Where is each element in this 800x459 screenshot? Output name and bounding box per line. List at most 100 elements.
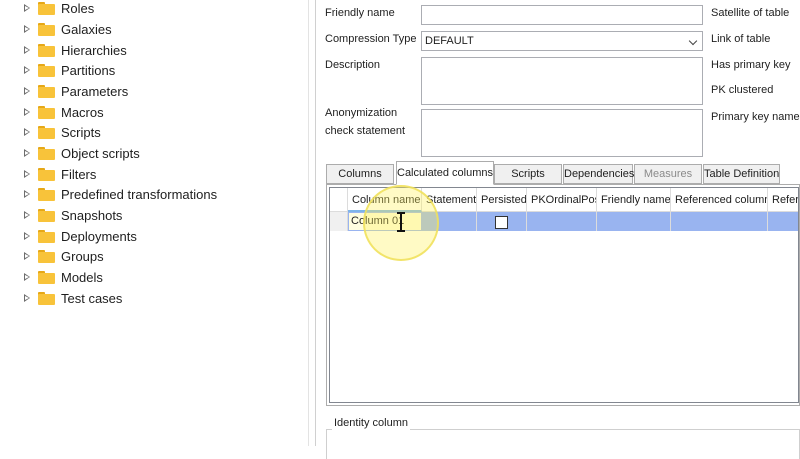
persisted-checkbox[interactable]: [495, 216, 508, 229]
expand-chevron-icon[interactable]: [22, 127, 32, 137]
folder-icon: [38, 249, 55, 263]
tree-item-label: Partitions: [61, 62, 116, 78]
folder-icon: [38, 291, 55, 305]
column-name-cell-editor[interactable]: Column 01: [349, 213, 421, 230]
tab-dependencies[interactable]: Dependencies: [563, 164, 634, 184]
tree-item-label: Filters: [61, 166, 97, 182]
column-header-referenced-column[interactable]: Referenced column: [671, 188, 768, 212]
column-header-friendly-name[interactable]: Friendly name: [597, 188, 671, 212]
referenced-column-cell[interactable]: [671, 212, 768, 231]
description-label: Description: [325, 59, 381, 71]
object-tree: Roles Galaxies Hierarchies Partitions Pa…: [0, 0, 308, 446]
pk-clustered-label: PK clustered: [711, 84, 774, 96]
folder-icon: [38, 84, 55, 98]
tree-item-label: Macros: [61, 104, 104, 120]
tree-item-snapshots[interactable]: Snapshots: [22, 205, 122, 225]
friendly-name-cell[interactable]: [597, 212, 671, 231]
tree-item-label: Groups: [61, 248, 104, 264]
expand-chevron-icon[interactable]: [22, 189, 32, 199]
tree-item-hierarchies[interactable]: Hierarchies: [22, 40, 127, 60]
tree-item-macros[interactable]: Macros: [22, 102, 104, 122]
tree-item-test-cases[interactable]: Test cases: [22, 288, 122, 308]
compression-type-select[interactable]: DEFAULT: [421, 31, 703, 51]
tree-item-label: Scripts: [61, 124, 101, 140]
column-header-persisted[interactable]: Persisted: [477, 188, 527, 212]
tab-measures: Measures: [634, 164, 702, 184]
tree-item-models[interactable]: Models: [22, 267, 103, 287]
tree-item-scripts[interactable]: Scripts: [22, 122, 101, 142]
folder-icon: [38, 146, 55, 160]
pane-splitter[interactable]: [308, 0, 316, 446]
tree-item-object-scripts[interactable]: Object scripts: [22, 143, 140, 163]
tab-calculated-columns[interactable]: Calculated columns: [396, 161, 494, 185]
expand-chevron-icon[interactable]: [22, 293, 32, 303]
tree-item-deployments[interactable]: Deployments: [22, 226, 137, 246]
folder-icon: [38, 270, 55, 284]
expand-chevron-icon[interactable]: [22, 251, 32, 261]
expand-chevron-icon[interactable]: [22, 210, 32, 220]
tree-item-label: Predefined transformations: [61, 186, 218, 202]
anonymization-label-line1: Anonymization: [325, 107, 398, 119]
tree-item-label: Models: [61, 269, 103, 285]
satellite-of-table-label: Satellite of table: [711, 7, 790, 19]
text-cursor-icon: [397, 212, 405, 232]
table-properties-form: Friendly name Compression Type DEFAULT D…: [316, 0, 800, 459]
tree-item-label: Galaxies: [61, 21, 112, 37]
folder-icon: [38, 1, 55, 15]
column-header-column-name[interactable]: Column name: [348, 188, 422, 212]
column-header-referenced-truncated[interactable]: Refere: [768, 188, 798, 212]
expand-chevron-icon[interactable]: [22, 65, 32, 75]
description-textarea[interactable]: [421, 57, 703, 105]
tree-item-roles[interactable]: Roles: [22, 0, 94, 18]
tree-item-predefined-transformations[interactable]: Predefined transformations: [22, 184, 217, 204]
tree-item-label: Test cases: [61, 290, 123, 306]
friendly-name-input[interactable]: [421, 5, 703, 25]
anonymization-label-line2: check statement: [325, 125, 406, 137]
anonymization-check-textarea[interactable]: [421, 109, 703, 157]
folder-icon: [38, 229, 55, 243]
tab-columns[interactable]: Columns: [326, 164, 394, 184]
column-header-statement[interactable]: Statement: [422, 188, 477, 212]
tree-item-label: Snapshots: [61, 207, 123, 223]
compression-type-label: Compression Type: [325, 33, 417, 45]
folder-icon: [38, 22, 55, 36]
tab-table-definition[interactable]: Table Definition: [703, 164, 780, 184]
identity-column-label: Identity column: [332, 415, 410, 431]
tree-item-label: Hierarchies: [61, 42, 127, 58]
folder-icon: [38, 125, 55, 139]
grid-corner: [330, 188, 348, 212]
tree-item-label: Parameters: [61, 83, 129, 99]
folder-icon: [38, 187, 55, 201]
tree-item-label: Deployments: [61, 228, 137, 244]
link-of-table-label: Link of table: [711, 33, 771, 45]
expand-chevron-icon[interactable]: [22, 231, 32, 241]
expand-chevron-icon[interactable]: [22, 86, 32, 96]
folder-icon: [38, 63, 55, 77]
expand-chevron-icon[interactable]: [22, 45, 32, 55]
identity-column-group: [326, 429, 800, 459]
folder-icon: [38, 43, 55, 57]
tab-scripts[interactable]: Scripts: [494, 164, 562, 184]
tree-item-filters[interactable]: Filters: [22, 164, 96, 184]
expand-chevron-icon[interactable]: [22, 3, 32, 13]
tree-item-galaxies[interactable]: Galaxies: [22, 19, 112, 39]
chevron-down-icon: [688, 36, 698, 46]
expand-chevron-icon[interactable]: [22, 24, 32, 34]
tree-item-parameters[interactable]: Parameters: [22, 81, 128, 101]
tree-item-label: Roles: [61, 0, 95, 16]
expand-chevron-icon[interactable]: [22, 169, 32, 179]
compression-type-value: DEFAULT: [425, 35, 474, 47]
statement-cell[interactable]: [422, 212, 477, 231]
primary-key-name-label: Primary key name: [711, 111, 800, 123]
expand-chevron-icon[interactable]: [22, 148, 32, 158]
expand-chevron-icon[interactable]: [22, 107, 32, 117]
row-header[interactable]: [330, 212, 348, 231]
tree-item-partitions[interactable]: Partitions: [22, 60, 115, 80]
column-header-pkordinalpos[interactable]: PKOrdinalPos: [527, 188, 597, 212]
expand-chevron-icon[interactable]: [22, 272, 32, 282]
tree-item-label: Object scripts: [61, 145, 140, 161]
tree-item-groups[interactable]: Groups: [22, 246, 104, 266]
folder-icon: [38, 105, 55, 119]
pkordinalpos-cell[interactable]: [527, 212, 597, 231]
friendly-name-label: Friendly name: [325, 7, 395, 19]
